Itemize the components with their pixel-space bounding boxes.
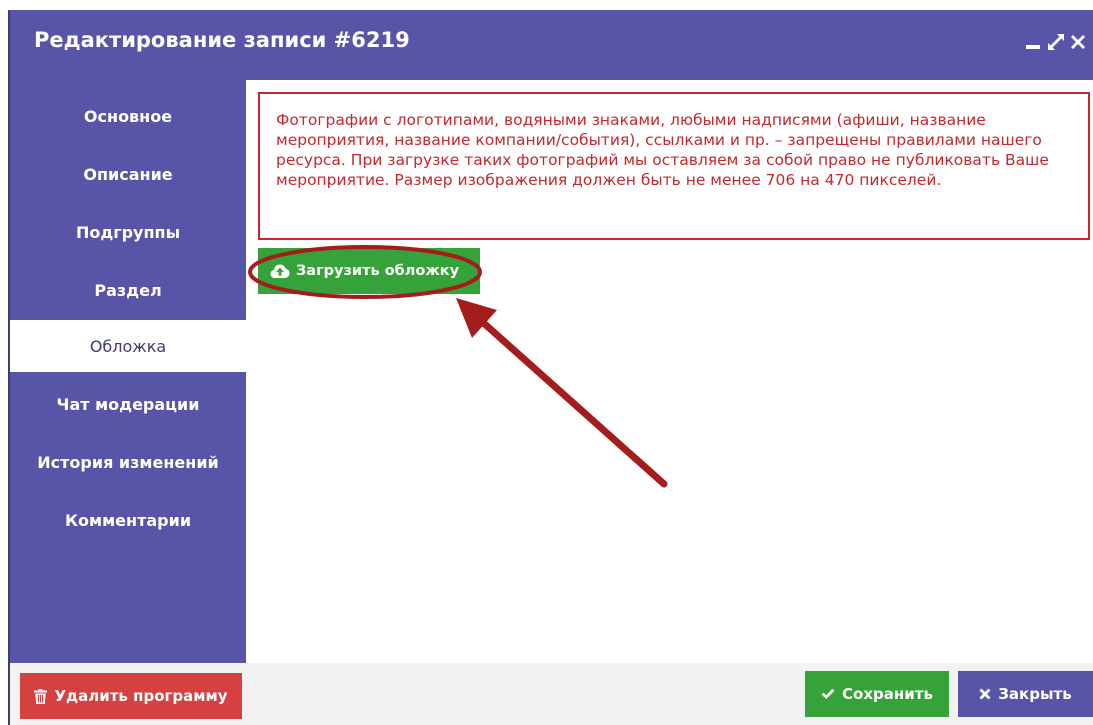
dialog-title: Редактирование записи #6219 <box>34 28 410 52</box>
delete-program-button[interactable]: Удалить программу <box>20 673 242 719</box>
upload-cover-label: Загрузить обложку <box>296 263 460 279</box>
cover-tab-content: Фотографии с логотипами, водяными знакам… <box>246 80 1093 663</box>
sidebar-item-main[interactable]: Основное <box>10 90 246 142</box>
close-label: Закрыть <box>998 685 1072 703</box>
sidebar-item-history[interactable]: История изменений <box>10 436 246 488</box>
sidebar-item-section[interactable]: Раздел <box>10 264 246 316</box>
trash-icon <box>34 688 48 704</box>
minimize-icon[interactable] <box>1022 30 1046 54</box>
sidebar-item-subgroups[interactable]: Подгруппы <box>10 206 246 258</box>
sidebar-item-description[interactable]: Описание <box>10 148 246 200</box>
upload-cover-button[interactable]: Загрузить обложку <box>258 248 480 294</box>
delete-program-label: Удалить программу <box>54 687 228 705</box>
check-icon <box>821 688 835 700</box>
close-icon <box>979 688 991 700</box>
dialog-footer: Удалить программу Сохранить Закрыть <box>10 663 1093 725</box>
save-button[interactable]: Сохранить <box>805 671 949 717</box>
edit-record-dialog: Редактирование записи #6219 Основное Опи… <box>8 10 1093 725</box>
expand-icon[interactable] <box>1044 30 1068 54</box>
save-label: Сохранить <box>842 685 933 703</box>
dialog-titlebar: Редактирование записи #6219 <box>10 10 1093 80</box>
close-button[interactable]: Закрыть <box>958 671 1093 717</box>
cloud-upload-icon <box>270 264 290 278</box>
sidebar-item-comments[interactable]: Комментарии <box>10 494 246 546</box>
sidebar-item-moderation-chat[interactable]: Чат модерации <box>10 378 246 430</box>
image-rules-notice: Фотографии с логотипами, водяными знакам… <box>258 92 1090 240</box>
sidebar-nav: Основное Описание Подгруппы Раздел Облож… <box>10 80 246 663</box>
close-icon[interactable] <box>1066 30 1090 54</box>
sidebar-item-cover[interactable]: Обложка <box>10 320 246 372</box>
